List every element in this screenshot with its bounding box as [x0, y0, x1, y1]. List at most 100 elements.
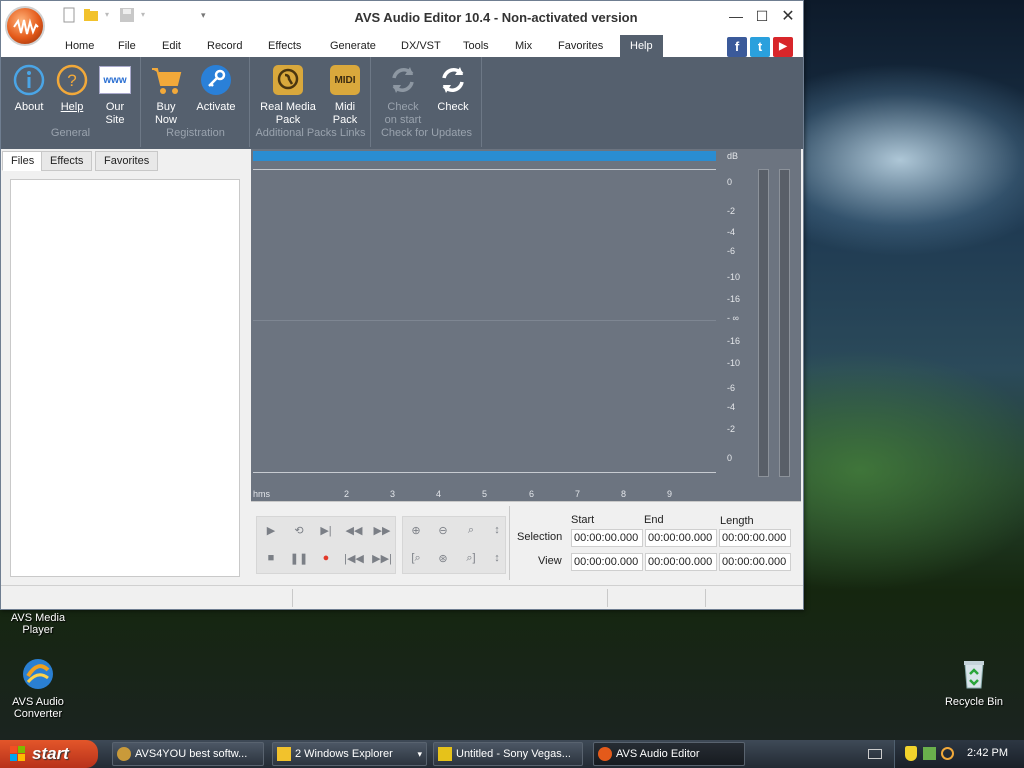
- midi-icon: MIDI: [328, 63, 362, 97]
- audio-converter-icon: [20, 656, 56, 692]
- view-start-field[interactable]: 00:00:00.000: [571, 553, 643, 571]
- group-label-additional-packs: Additional Packs Links: [255, 127, 366, 139]
- zoom-100-icon[interactable]: ⌕: [459, 518, 483, 542]
- zoom-right-icon[interactable]: ⌕]: [459, 546, 483, 570]
- zoom-vertical-icon[interactable]: ↕: [485, 518, 509, 542]
- search-icon[interactable]: [941, 747, 954, 760]
- tab-mix[interactable]: Mix: [506, 35, 541, 57]
- refresh-icon: [436, 63, 470, 97]
- db-tick: 0: [727, 177, 733, 187]
- timeline-unit: hms: [253, 489, 271, 499]
- help-button[interactable]: ? Help: [48, 63, 96, 114]
- ribbon-group-additional-packs: Real Media Pack MIDI Midi Pack Additiona…: [251, 57, 371, 147]
- about-button[interactable]: About: [5, 63, 53, 114]
- tab-file[interactable]: File: [109, 35, 145, 57]
- taskbar-item-sony-vegas[interactable]: Untitled - Sony Vegas...: [433, 742, 583, 766]
- tab-home[interactable]: Home: [56, 35, 103, 57]
- maximize-button[interactable]: ☐: [751, 6, 773, 26]
- network-icon[interactable]: [923, 747, 936, 760]
- go-to-start-button[interactable]: |◀◀: [342, 546, 366, 570]
- desktop-icon-recycle-bin[interactable]: Recycle Bin: [939, 656, 1009, 708]
- app-logo-icon[interactable]: [5, 6, 45, 46]
- activate-button[interactable]: Activate: [192, 63, 240, 114]
- start-button[interactable]: start: [0, 740, 98, 768]
- tab-generate[interactable]: Generate: [321, 35, 385, 57]
- timeline-ruler[interactable]: hms 2 3 4 5 6 7 8 9: [253, 475, 716, 499]
- security-shield-icon[interactable]: [905, 746, 917, 761]
- desktop-icon-avs-media-player[interactable]: AVS Media Player: [3, 612, 73, 636]
- tab-favorites-panel[interactable]: Favorites: [95, 151, 159, 171]
- tab-effects-panel[interactable]: Effects: [41, 151, 93, 171]
- avs-audio-editor-window: ▾ ▾ ▾ AVS Audio Editor 10.4 - Non-activa…: [0, 0, 804, 610]
- check-on-start-button[interactable]: Check on start: [379, 63, 427, 127]
- taskbar: start AVS4YOU best softw... 2 Windows Ex…: [0, 740, 1024, 768]
- tab-help[interactable]: Help: [620, 35, 663, 57]
- avs-audio-editor-icon: [598, 747, 612, 761]
- db-tick: -6: [727, 246, 736, 256]
- timeline-tick: 2: [344, 489, 350, 499]
- tab-edit[interactable]: Edit: [153, 35, 190, 57]
- ribbon-group-check-updates: Check on start Check Check for Updates: [372, 57, 482, 147]
- level-meter-left: [758, 169, 769, 477]
- zoom-fit-icon[interactable]: ⊛: [431, 546, 455, 570]
- twitter-icon[interactable]: t: [750, 37, 770, 57]
- midi-icon-text: MIDI: [334, 75, 356, 86]
- tab-record[interactable]: Record: [198, 35, 251, 57]
- tab-files[interactable]: Files: [2, 151, 44, 171]
- go-to-end-button[interactable]: ▶▶|: [370, 546, 394, 570]
- zoom-out-icon[interactable]: ⊖: [431, 518, 455, 542]
- close-button[interactable]: ✕: [777, 6, 799, 26]
- tab-effects[interactable]: Effects: [259, 35, 310, 57]
- zoom-in-icon[interactable]: ⊕: [404, 518, 428, 542]
- ribbon: About ? Help www Our Site General Buy No…: [1, 57, 803, 149]
- zoom-vertical-fit-icon[interactable]: ↕: [485, 546, 509, 570]
- keyboard-icon[interactable]: [868, 749, 882, 759]
- play-button[interactable]: ▶: [259, 518, 283, 542]
- timeline-tick: 7: [575, 489, 581, 499]
- tab-favorites[interactable]: Favorites: [549, 35, 612, 57]
- selection-start-field[interactable]: 00:00:00.000: [571, 529, 643, 547]
- group-label-general: General: [50, 127, 91, 139]
- db-tick: -16: [727, 336, 741, 346]
- title-bar: ▾ ▾ ▾ AVS Audio Editor 10.4 - Non-activa…: [1, 1, 803, 35]
- status-divider: [292, 589, 293, 607]
- tab-tools[interactable]: Tools: [454, 35, 498, 57]
- record-button[interactable]: ●: [314, 546, 338, 570]
- zoom-selection-icon[interactable]: [⌕: [404, 546, 428, 570]
- check-button[interactable]: Check: [429, 63, 477, 114]
- files-list[interactable]: [10, 179, 240, 577]
- windows-logo-icon: [10, 746, 26, 762]
- divider: [509, 506, 510, 580]
- length-header: Length: [720, 515, 754, 527]
- waveform-canvas[interactable]: [253, 169, 716, 473]
- about-label: About: [14, 101, 44, 113]
- timeline-tick: 8: [621, 489, 627, 499]
- our-site-button[interactable]: www Our Site: [91, 63, 139, 127]
- loop-button[interactable]: ⟲: [287, 518, 311, 542]
- rewind-button[interactable]: ◀◀: [342, 518, 366, 542]
- facebook-icon[interactable]: f: [727, 37, 747, 57]
- selection-length-field[interactable]: 00:00:00.000: [719, 529, 791, 547]
- pause-button[interactable]: ❚❚: [287, 546, 311, 570]
- view-label: View: [538, 555, 562, 567]
- taskbar-item-windows-explorer[interactable]: 2 Windows Explorer ▾: [272, 742, 427, 766]
- overview-bar[interactable]: [253, 151, 716, 161]
- taskbar-item-avs4you[interactable]: AVS4YOU best softw...: [112, 742, 264, 766]
- view-end-field[interactable]: 00:00:00.000: [645, 553, 717, 571]
- midi-pack-button[interactable]: MIDI Midi Pack: [321, 63, 369, 127]
- left-pane: Files Effects Favorites: [1, 149, 250, 583]
- desktop-icon-avs-audio-converter[interactable]: AVS Audio Converter: [3, 656, 73, 720]
- real-media-pack-button[interactable]: Real Media Pack: [257, 63, 319, 127]
- fast-forward-button[interactable]: ▶▶: [370, 518, 394, 542]
- youtube-icon[interactable]: ▶: [773, 37, 793, 57]
- selection-end-field[interactable]: 00:00:00.000: [645, 529, 717, 547]
- help-icon: ?: [55, 63, 89, 97]
- view-length-field[interactable]: 00:00:00.000: [719, 553, 791, 571]
- stop-button[interactable]: ■: [259, 546, 283, 570]
- minimize-button[interactable]: —: [725, 6, 747, 26]
- buy-now-button[interactable]: Buy Now: [142, 63, 190, 127]
- taskbar-item-avs-audio-editor[interactable]: AVS Audio Editor: [593, 742, 745, 766]
- tab-dx-vst[interactable]: DX/VST: [392, 35, 450, 57]
- play-to-end-button[interactable]: ▶|: [314, 518, 338, 542]
- window-title: AVS Audio Editor 10.4 - Non-activated ve…: [354, 10, 638, 25]
